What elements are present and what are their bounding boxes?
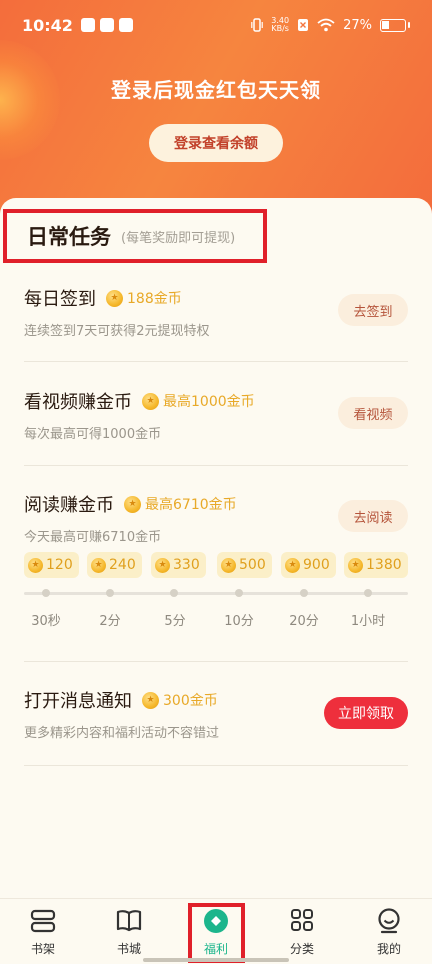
milestone-time: 20分 <box>289 614 319 629</box>
coin-icon <box>106 289 123 307</box>
task-reward: 最高1000金币 <box>163 394 255 410</box>
task-title: 每日签到 <box>24 289 96 310</box>
milestone-reward: 240 <box>87 552 142 578</box>
sim-off-icon <box>298 19 309 31</box>
profile-icon <box>378 908 400 934</box>
divider <box>24 361 408 362</box>
coin-icon <box>221 557 236 573</box>
nav-item-category[interactable]: 分类 <box>272 899 332 964</box>
task-reward: 300金币 <box>163 693 218 709</box>
nav-label: 书城 <box>116 942 141 956</box>
battery-percent: 27% <box>343 17 372 33</box>
coin-icon <box>142 392 159 410</box>
task-title: 打开消息通知 <box>24 691 132 712</box>
app-notification-icon <box>80 18 95 32</box>
nav-label: 书架 <box>30 942 55 956</box>
coin-icon <box>28 557 43 573</box>
divider <box>24 765 408 766</box>
nav-label: 分类 <box>289 942 314 956</box>
nav-highlight-box <box>188 903 245 963</box>
battery-icon <box>380 18 406 32</box>
watch-video-button[interactable]: 看视频 <box>338 397 408 429</box>
milestone-reward: 120 <box>24 552 79 578</box>
milestone-time: 10分 <box>224 614 254 629</box>
tiktok-notification-icon <box>118 18 133 32</box>
milestone-reward: 900 <box>281 552 336 578</box>
divider <box>24 465 408 466</box>
nav-item-profile[interactable]: 我的 <box>359 899 419 964</box>
task-watch-video: 看视频赚金币 最高1000金币 每次最高可得1000金币 看视频 <box>24 387 408 447</box>
task-daily-checkin: 每日签到 188金币 连续签到7天可获得2元提现特权 去签到 <box>24 284 408 344</box>
milestone-dot <box>300 589 308 597</box>
divider <box>24 661 408 662</box>
network-speed: 3.40 KB/s <box>271 16 290 33</box>
milestone-dot <box>364 589 372 597</box>
milestone-reward: 1380 <box>344 552 408 578</box>
claim-now-button[interactable]: 立即领取 <box>324 697 408 729</box>
checkin-button[interactable]: 去签到 <box>338 294 408 326</box>
grid-icon <box>291 909 313 931</box>
task-enable-notifications: 打开消息通知 300金币 更多精彩内容和福利活动不容错过 立即领取 <box>24 686 408 746</box>
milestone-dot <box>235 589 243 597</box>
login-view-balance-button[interactable]: 登录查看余额 <box>149 124 283 162</box>
milestone-time: 30秒 <box>31 614 61 629</box>
task-title: 阅读赚金币 <box>24 495 114 516</box>
milestone-reward: 330 <box>151 552 206 578</box>
task-read-earn: 阅读赚金币 最高6710金币 今天最高可赚6710金币 去阅读 <box>24 490 408 550</box>
nav-item-bookstore[interactable]: 书城 <box>99 899 159 964</box>
milestone-dot <box>106 589 114 597</box>
section-subtitle: (每笔奖励即可提现) <box>121 230 236 246</box>
coin-icon <box>91 557 106 573</box>
wifi-icon <box>317 18 335 32</box>
mail-notification-icon <box>99 18 114 32</box>
task-reward: 最高6710金币 <box>145 497 237 513</box>
milestone-dot <box>42 589 50 597</box>
task-reward: 188金币 <box>127 291 182 307</box>
home-indicator[interactable] <box>143 958 289 962</box>
vibrate-icon <box>251 18 264 32</box>
milestone-time: 1小时 <box>350 614 386 629</box>
progress-track <box>24 592 408 595</box>
status-bar: 10:42 3.40 KB/s 27% <box>0 0 432 50</box>
nav-item-bookshelf[interactable]: 书架 <box>13 899 73 964</box>
coin-icon <box>285 557 300 573</box>
coin-icon <box>348 557 363 573</box>
hero-title: 登录后现金红包天天领 <box>111 78 321 102</box>
milestone-reward: 500 <box>217 552 272 578</box>
coin-icon <box>124 495 141 513</box>
nav-label: 我的 <box>376 942 401 956</box>
task-title: 看视频赚金币 <box>24 392 132 413</box>
coin-icon <box>155 557 170 573</box>
milestone-dot <box>170 589 178 597</box>
book-icon <box>116 910 142 932</box>
go-read-button[interactable]: 去阅读 <box>338 500 408 532</box>
status-time: 10:42 <box>22 15 73 35</box>
milestone-time: 5分 <box>164 614 186 629</box>
section-header-highlighted: 日常任务 (每笔奖励即可提现) <box>3 209 267 263</box>
section-title: 日常任务 <box>27 225 111 249</box>
milestone-time: 2分 <box>99 614 121 629</box>
reading-milestones: 120 240 330 500 900 1380 30秒 2分 5分 10分 2… <box>24 552 408 632</box>
bookshelf-icon <box>30 909 56 933</box>
coin-icon <box>142 691 159 709</box>
